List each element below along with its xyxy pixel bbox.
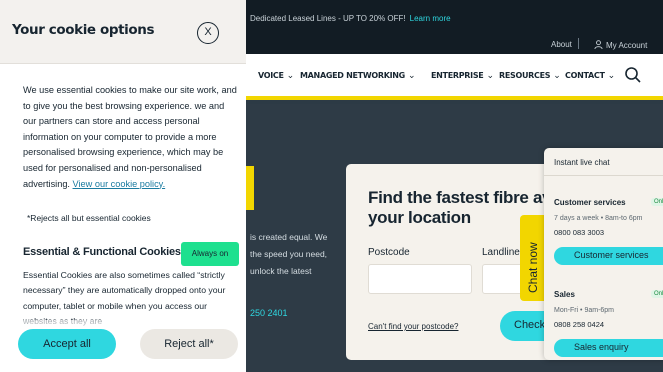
cookie-dialog-title: Your cookie options <box>12 22 155 38</box>
chevron-down-icon: ⌄ <box>607 71 616 81</box>
hero-yellow-graphic <box>246 166 254 210</box>
nav-item-contact[interactable]: CONTACT ⌄ <box>565 71 615 81</box>
cookie-dialog-header: Your cookie options X <box>0 0 246 64</box>
close-icon[interactable]: X <box>197 22 219 44</box>
cookie-dialog: Your cookie options X We use essential c… <box>0 0 246 372</box>
customer-services-number[interactable]: 0800 083 3003 <box>554 228 604 237</box>
utility-divider <box>578 38 579 49</box>
cookie-policy-link[interactable]: View our cookie policy. <box>73 179 166 189</box>
nav-item-resources[interactable]: RESOURCES ⌄ <box>499 71 561 81</box>
about-link[interactable]: About <box>551 40 572 49</box>
chevron-down-icon: ⌄ <box>553 71 561 81</box>
customer-services-title: Customer services <box>554 198 626 207</box>
promo-learn-more-link[interactable]: Learn more <box>410 14 451 23</box>
rejects-note: *Rejects all but essential cookies <box>27 213 151 223</box>
reject-all-button[interactable]: Reject all* <box>140 329 238 359</box>
chevron-down-icon: ⌄ <box>407 71 416 81</box>
sales-enquiry-button[interactable]: Sales enquiry <box>554 339 663 357</box>
sales-hours: Mon-Fri • 9am-6pm <box>554 307 615 314</box>
sales-number[interactable]: 0808 258 0424 <box>554 320 604 329</box>
chat-now-tab[interactable]: Chat now <box>520 215 546 301</box>
essential-cookies-heading: Essential & Functional Cookies <box>23 246 181 258</box>
live-chat-header: Instant live chat <box>544 148 663 176</box>
customer-services-button[interactable]: Customer services <box>554 247 663 265</box>
cant-find-postcode-link[interactable]: Can't find your postcode? <box>368 322 458 331</box>
hero-text-line: unlock the latest <box>250 266 312 276</box>
postcode-input[interactable] <box>368 264 472 294</box>
chevron-down-icon: ⌄ <box>286 71 295 81</box>
landline-label: Landline <box>482 247 520 258</box>
search-icon[interactable] <box>623 65 643 85</box>
promo-text: Dedicated Leased Lines - UP TO 20% OFF! L… <box>250 14 451 23</box>
user-icon <box>594 40 603 50</box>
hero-text-line: the speed you need, <box>250 249 328 259</box>
chevron-down-icon: ⌄ <box>486 71 494 81</box>
online-badge: Onli <box>651 198 663 206</box>
accept-all-button[interactable]: Accept all <box>18 329 116 359</box>
my-account-link[interactable]: My Account <box>594 40 647 50</box>
hero-phone-link[interactable]: 250 2401 <box>250 308 288 318</box>
live-chat-panel: Instant live chat Customer services Onli… <box>544 148 663 360</box>
nav-item-enterprise[interactable]: ENTERPRISE ⌄ <box>431 71 494 81</box>
nav-item-voice[interactable]: VOICE ⌄ <box>258 71 294 81</box>
hero-text-line: is created equal. We <box>250 232 328 242</box>
nav-item-managed-networking[interactable]: MANAGED NETWORKING ⌄ <box>300 71 415 81</box>
cookie-intro-text: We use essential cookies to make our sit… <box>23 85 237 189</box>
sales-title: Sales <box>554 290 575 299</box>
online-badge: Onli <box>651 290 663 298</box>
always-on-badge: Always on <box>181 242 239 266</box>
customer-services-hours: 7 days a week • 8am-to 6pm <box>554 215 643 222</box>
postcode-label: Postcode <box>368 247 410 258</box>
